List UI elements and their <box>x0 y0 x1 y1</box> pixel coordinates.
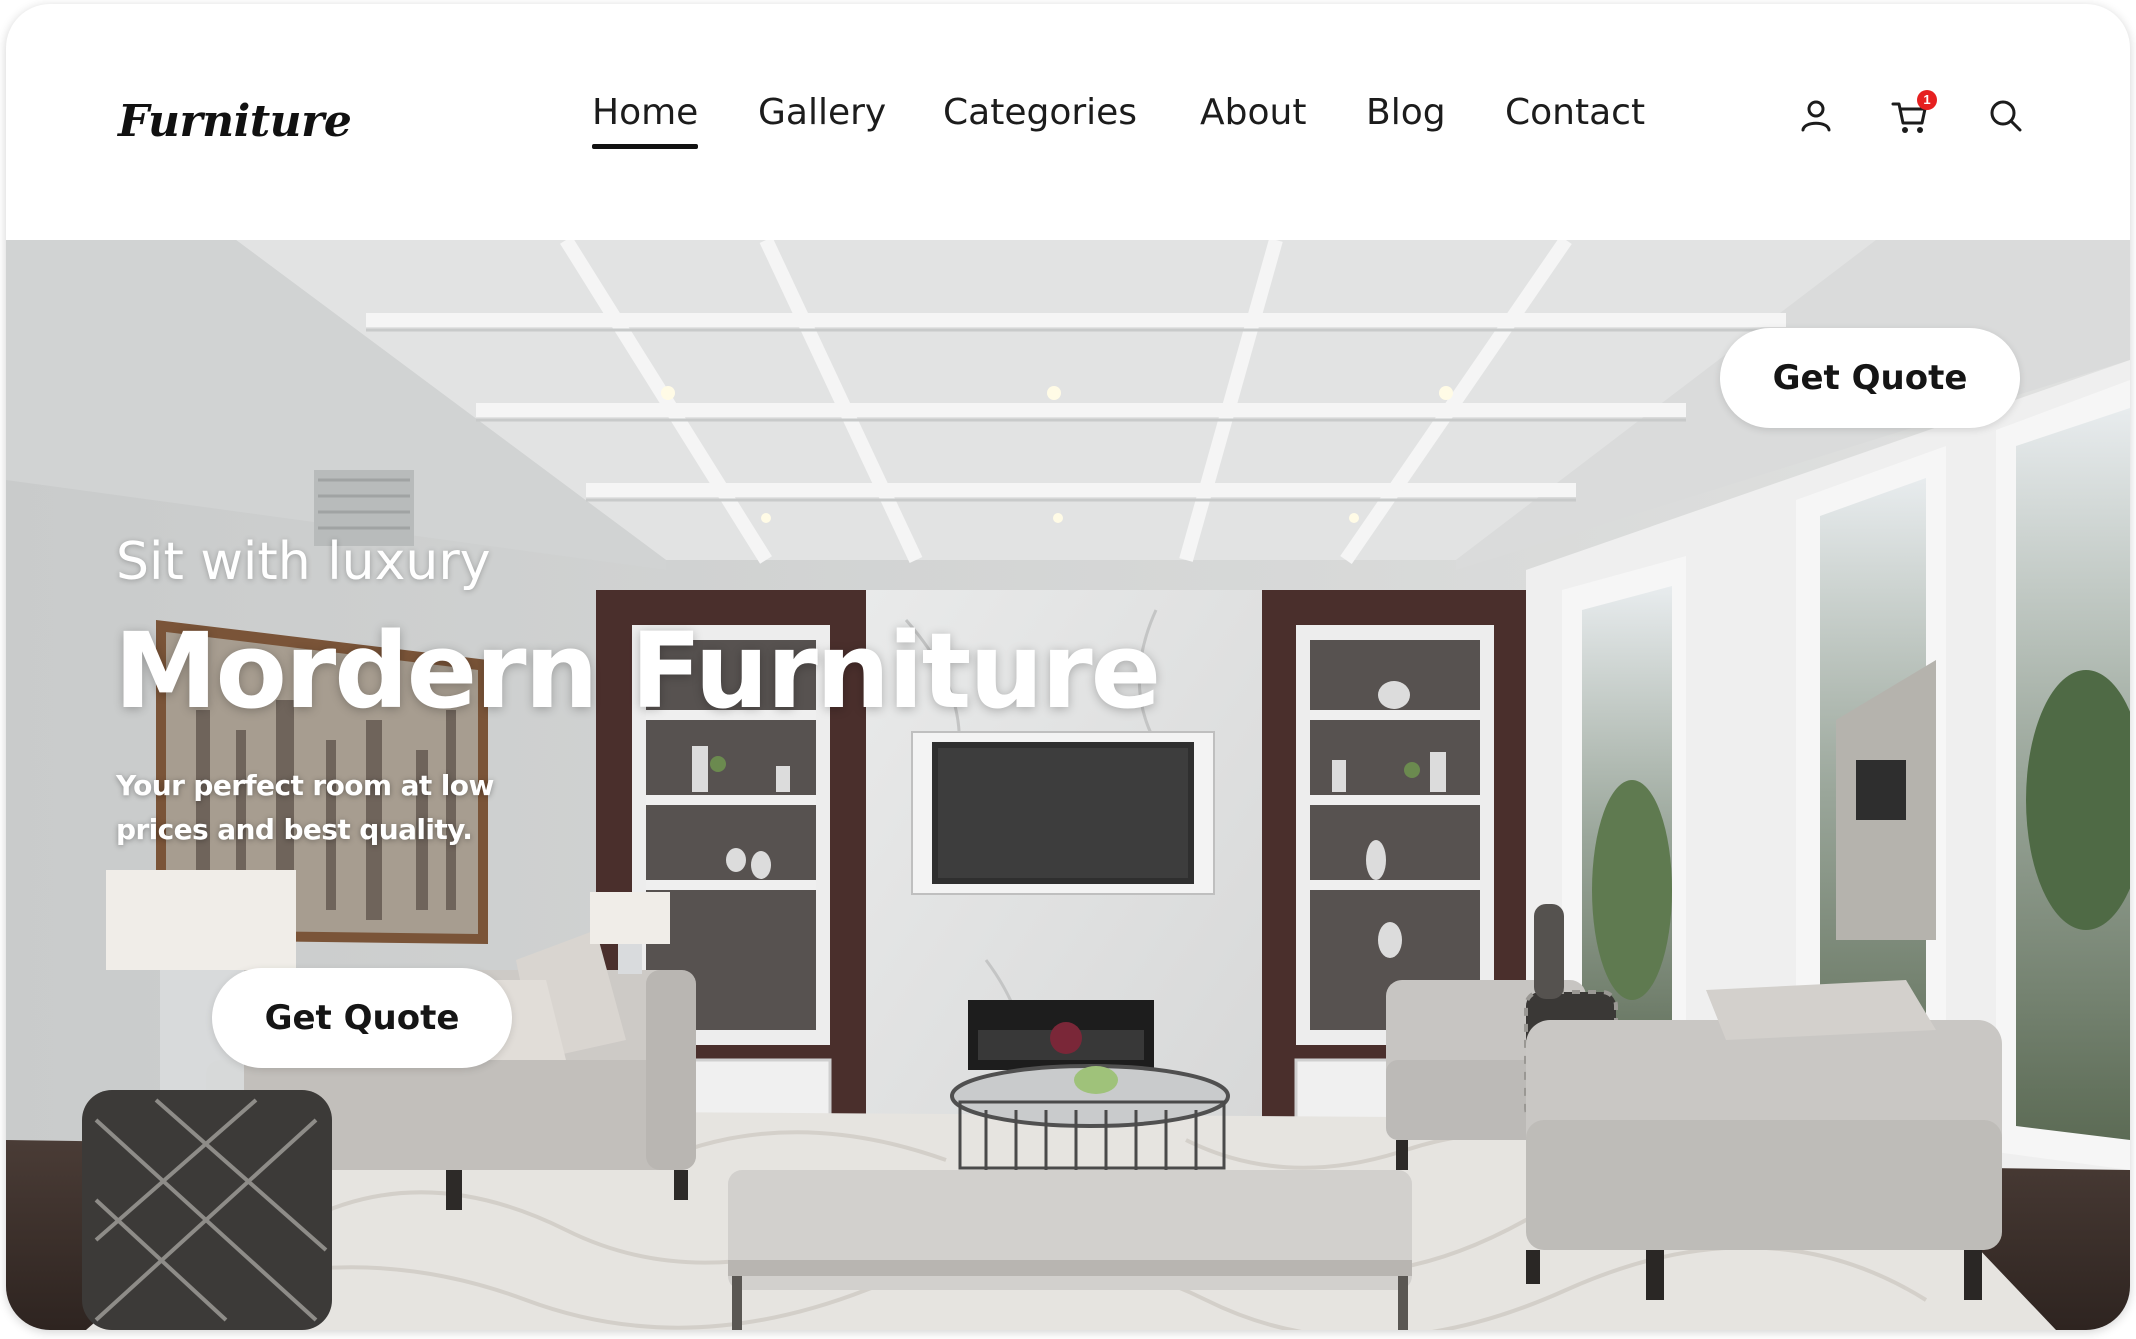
hero-description: Your perfect room at low prices and best… <box>116 769 494 846</box>
get-quote-button-top[interactable]: Get Quote <box>1720 328 2020 428</box>
nav-categories[interactable]: Categories <box>943 92 1137 133</box>
nav-about[interactable]: About <box>1200 92 1306 133</box>
nav-home[interactable]: Home <box>592 92 699 149</box>
hero-section: Sit with luxury Mordern Furniture Your p… <box>6 240 2130 1330</box>
cart-icon[interactable]: 1 <box>1890 90 1937 136</box>
get-quote-button[interactable]: Get Quote <box>212 968 512 1068</box>
hero-title: Mordern Furniture <box>114 610 1161 732</box>
cart-count-badge: 1 <box>1917 90 1937 110</box>
browser-frame: Furniture Home Gallery Categories About … <box>6 4 2130 1330</box>
nav-gallery[interactable]: Gallery <box>758 92 886 133</box>
logo[interactable]: Furniture <box>118 96 352 147</box>
nav-contact[interactable]: Contact <box>1505 92 1645 133</box>
user-icon[interactable] <box>1796 96 1836 136</box>
search-icon[interactable] <box>1986 96 2026 136</box>
hero-subtitle: Sit with luxury <box>116 532 491 592</box>
nav-blog[interactable]: Blog <box>1366 92 1446 133</box>
